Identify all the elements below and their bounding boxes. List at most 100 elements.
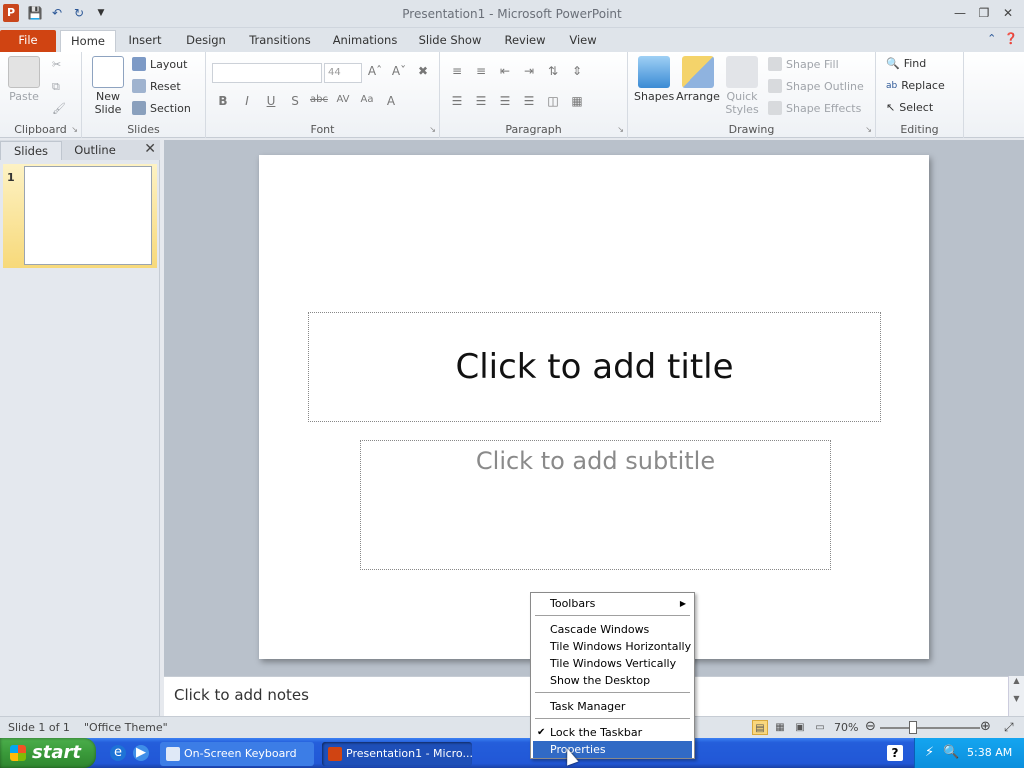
layout-button[interactable]: Layout [132,57,187,71]
paragraph-list-row: ≡ ≡ ⇤ ⇥ ⇅ ⇕ [448,64,586,78]
clear-format-icon[interactable]: ✖ [414,64,432,78]
shape-outline-button[interactable]: Shape Outline [768,79,864,93]
char-spacing-icon[interactable]: AV [334,94,352,108]
underline-icon[interactable]: U [262,94,280,108]
drawing-launcher-icon[interactable]: ↘ [865,125,872,134]
arrange-button[interactable]: Arrange [676,56,720,103]
quick-styles-button[interactable]: Quick Styles [722,56,762,116]
shape-fill-button[interactable]: Shape Fill [768,57,839,71]
grow-font-icon[interactable]: Aˆ [366,64,384,78]
copy-icon[interactable]: ⧉ [52,80,60,94]
reset-button[interactable]: Reset [132,79,181,93]
shrink-font-icon[interactable]: Aˇ [390,64,408,78]
internet-explorer-icon[interactable]: e [110,745,126,761]
zoom-slider[interactable] [880,727,980,729]
minimize-icon[interactable]: — [948,3,972,23]
find-button[interactable]: 🔍 Find [886,57,926,70]
text-direction-icon[interactable]: ⇕ [568,64,586,78]
tab-home[interactable]: Home [60,30,116,52]
section-button[interactable]: Section [132,101,191,115]
taskbar-item-powerpoint[interactable]: Presentation1 - Micro... [322,742,472,766]
help-icon[interactable]: ❓ [1004,32,1018,45]
tab-outline-pane[interactable]: Outline [64,141,126,160]
close-icon[interactable]: ✕ [996,3,1020,23]
change-case-icon[interactable]: Aa [358,94,376,108]
tab-slides-pane[interactable]: Slides [0,141,62,160]
paragraph-launcher-icon[interactable]: ↘ [617,125,624,134]
media-player-icon[interactable]: ▶ [133,745,149,761]
align-center-icon[interactable]: ☰ [472,94,490,108]
language-help-icon[interactable]: ? [887,745,903,761]
normal-view-icon[interactable]: ▤ [752,720,768,735]
reset-label: Reset [150,79,181,93]
justify-icon[interactable]: ☰ [520,94,538,108]
paste-button[interactable]: Paste [6,56,42,103]
slide-sorter-icon[interactable]: ▦ [772,720,788,735]
menu-item-lock-taskbar[interactable]: ✔ Lock the Taskbar [533,724,692,741]
start-button[interactable]: start [0,738,96,768]
ribbon-right-controls: ⌃ ❓ [987,32,1018,45]
tab-slide-show[interactable]: Slide Show [416,30,484,52]
title-placeholder[interactable]: Click to add title [308,312,881,422]
minimize-ribbon-icon[interactable]: ⌃ [987,32,996,45]
decrease-indent-icon[interactable]: ⇤ [496,64,514,78]
menu-item-toolbars[interactable]: Toolbars ▶ [533,595,692,612]
shapes-button[interactable]: Shapes [634,56,674,103]
menu-item-properties[interactable]: Properties [533,741,692,758]
strikethrough-icon[interactable]: abc [310,94,328,108]
zoom-level[interactable]: 70% [834,721,858,734]
zoom-in-icon[interactable]: ⊕ [980,719,991,734]
reading-view-icon[interactable]: ▣ [792,720,808,735]
clipboard-launcher-icon[interactable]: ↘ [71,125,78,134]
zoom-slider-knob[interactable] [909,721,917,734]
format-painter-icon[interactable]: 🖌 [52,102,66,115]
tab-review[interactable]: Review [500,30,550,52]
line-spacing-icon[interactable]: ⇅ [544,64,562,78]
cut-icon[interactable]: ✂ [52,58,61,71]
tab-design[interactable]: Design [180,30,232,52]
shape-effects-button[interactable]: Shape Effects [768,101,861,115]
search-icon[interactable]: 🔍 [943,745,959,760]
shadow-icon[interactable]: S [286,94,304,108]
fit-to-window-icon[interactable]: ⤢ [1004,720,1014,735]
align-right-icon[interactable]: ☰ [496,94,514,108]
slideshow-view-icon[interactable]: ▭ [812,720,828,735]
restore-icon[interactable]: ❐ [972,3,996,23]
increase-indent-icon[interactable]: ⇥ [520,64,538,78]
menu-item-label: Lock the Taskbar [550,726,643,739]
subtitle-placeholder[interactable]: Click to add subtitle [360,440,831,570]
network-icon[interactable]: ⚡ [925,745,934,760]
align-left-icon[interactable]: ☰ [448,94,466,108]
zoom-out-icon[interactable]: ⊖ [865,719,876,734]
font-launcher-icon[interactable]: ↘ [429,125,436,134]
tab-insert[interactable]: Insert [122,30,168,52]
font-name-combo[interactable] [212,63,322,83]
close-pane-icon[interactable]: ✕ [144,141,156,157]
notes-scrollbar[interactable]: ▲ ▼ [1008,676,1024,716]
check-icon: ✔ [537,727,546,738]
bullets-icon[interactable]: ≡ [448,64,466,78]
menu-item-cascade-windows[interactable]: Cascade Windows [533,621,692,638]
numbering-icon[interactable]: ≡ [472,64,490,78]
italic-icon[interactable]: I [238,94,256,108]
convert-smartart-icon[interactable]: ▦ [568,94,586,108]
menu-item-task-manager[interactable]: Task Manager [533,698,692,715]
tab-view[interactable]: View [562,30,604,52]
tab-animations[interactable]: Animations [330,30,400,52]
menu-item-tile-vertically[interactable]: Tile Windows Vertically [533,655,692,672]
menu-item-show-desktop[interactable]: Show the Desktop [533,672,692,689]
tab-file[interactable]: File [0,30,56,52]
menu-item-tile-horizontally[interactable]: Tile Windows Horizontally [533,638,692,655]
bold-icon[interactable]: B [214,94,232,108]
new-slide-button[interactable]: New Slide [88,56,128,116]
tab-transitions[interactable]: Transitions [244,30,316,52]
font-color-icon[interactable]: A [382,94,400,108]
slide-thumbnail[interactable] [24,166,152,265]
slide-canvas[interactable]: Click to add title Click to add subtitle [259,155,929,659]
clock[interactable]: 5:38 AM [967,746,1012,759]
select-button[interactable]: ↖ Select [886,101,933,114]
taskbar-item-on-screen-keyboard[interactable]: On-Screen Keyboard [160,742,314,766]
columns-icon[interactable]: ◫ [544,94,562,108]
replace-button[interactable]: ab Replace [886,79,945,92]
font-size-combo[interactable]: 44 [324,63,362,83]
